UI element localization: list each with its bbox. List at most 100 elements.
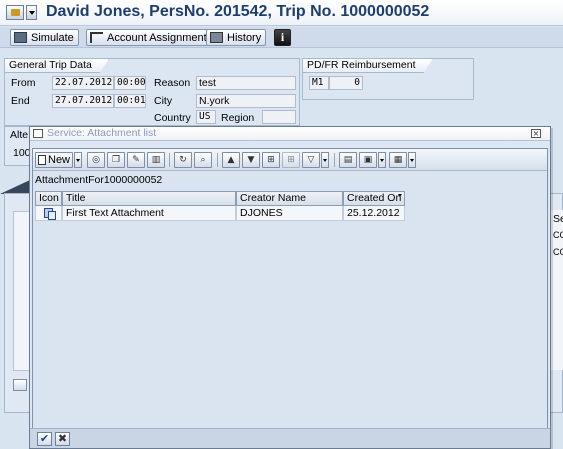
city-field[interactable]: N.york (196, 94, 296, 108)
reason-label: Reason (154, 77, 191, 89)
pdfr-reimbursement-group: PD/FR Reimbursement M1 0 (302, 58, 474, 100)
general-trip-data-group: General Trip Data From 22.07.2012 00:00 … (4, 58, 300, 126)
application-toolbar: Simulate Account Assignment History i (0, 27, 563, 48)
print-button[interactable]: ▤ (339, 152, 357, 168)
column-header-title[interactable]: Title (62, 191, 236, 206)
column-header-created-on[interactable]: Created On (343, 191, 405, 206)
new-button[interactable]: New (35, 152, 73, 168)
attachment-list-dialog: Service: Attachment list × New ◎ ❐ ✎ ▥ ↻… (29, 126, 551, 449)
delete-button[interactable]: ▥ (147, 152, 165, 168)
history-button[interactable]: History (206, 29, 267, 46)
account-assignment-button[interactable]: Account Assignment (86, 29, 212, 46)
info-icon: i (280, 30, 285, 44)
confirm-button[interactable]: ✔ (37, 432, 52, 446)
title-bar: David Jones, PersNo. 201542, Trip No. 10… (0, 0, 563, 26)
from-time-field[interactable]: 00:00 (114, 76, 146, 90)
country-label: Country (154, 112, 191, 124)
dialog-title-bar: Service: Attachment list × (30, 127, 550, 141)
hundred-label: 100 (13, 147, 31, 159)
sort-indicator-icon (398, 194, 402, 197)
refresh-icon: ↻ (179, 155, 187, 165)
filter-button[interactable]: ▽ (302, 152, 320, 168)
pdfr-code-field[interactable]: M1 (309, 76, 329, 90)
system-menu-icon[interactable] (6, 5, 24, 20)
general-trip-data-header: General Trip Data (5, 59, 109, 73)
table-row-creator-cell[interactable]: DJONES (236, 206, 343, 221)
right-column-strip: Se CO CO (550, 210, 563, 370)
history-icon (210, 32, 223, 43)
print-icon: ▤ (343, 155, 353, 165)
info-button[interactable]: i (274, 29, 291, 46)
export-dropdown-arrow[interactable] (378, 152, 386, 168)
co-cell-1: CO (553, 230, 563, 240)
attachment-list-heading: AttachmentFor1000000052 (35, 174, 163, 186)
simulate-label: Simulate (31, 31, 74, 44)
window-title: David Jones, PersNo. 201542, Trip No. 10… (46, 3, 430, 20)
refresh-button[interactable]: ↻ (174, 152, 192, 168)
co-cell-2: CO (553, 247, 563, 257)
column-header-created-on-label: Created On (347, 192, 402, 204)
find-next-button[interactable]: ⊞ (282, 152, 300, 168)
account-assignment-label: Account Assignment (107, 31, 207, 44)
sort-ascending-icon: ▲ (227, 155, 235, 165)
city-label: City (154, 95, 173, 107)
table-settings-icon[interactable] (13, 379, 27, 391)
dialog-close-button[interactable]: × (531, 129, 541, 138)
tab-corner-decoration (0, 180, 30, 194)
pencil-icon: ✎ (132, 155, 140, 165)
simulate-button[interactable]: Simulate (10, 29, 79, 46)
simulate-icon (14, 32, 27, 43)
find-next-icon: ⊞ (287, 155, 295, 165)
toolbar-separator (334, 153, 335, 167)
dialog-toolbar: New ◎ ❐ ✎ ▥ ↻ ⌕ ▲ ▼ ⊞ ⊞ ▽ ▤ ▣ ▦ (33, 149, 547, 171)
edit-button[interactable]: ✎ (127, 152, 145, 168)
table-row-created-on-cell[interactable]: 25.12.2012 (343, 206, 405, 221)
copy-icon: ❐ (111, 155, 121, 165)
toolbar-separator (169, 153, 170, 167)
dialog-footer: ✔ ✖ (30, 428, 550, 448)
sort-descending-icon: ▼ (247, 155, 255, 165)
export-button[interactable]: ▣ (359, 152, 377, 168)
reason-field[interactable]: test (196, 76, 296, 90)
table-row-icon-cell[interactable] (35, 206, 62, 221)
pdfr-value-field[interactable]: 0 (329, 76, 363, 90)
from-date-field[interactable]: 22.07.2012 (52, 76, 114, 90)
layout-icon: ▦ (393, 155, 403, 165)
filter-icon: ▽ (307, 155, 315, 165)
trash-icon: ▥ (151, 155, 161, 165)
end-date-field[interactable]: 27.07.2012 (52, 94, 114, 108)
region-field[interactable] (262, 110, 296, 124)
dialog-body: New ◎ ❐ ✎ ▥ ↻ ⌕ ▲ ▼ ⊞ ⊞ ▽ ▤ ▣ ▦ Attachme… (32, 148, 548, 443)
find-button[interactable]: ⊞ (262, 152, 280, 168)
cancel-button[interactable]: ✖ (55, 432, 70, 446)
display-button[interactable]: ◎ (87, 152, 105, 168)
layout-dropdown-arrow[interactable] (408, 152, 416, 168)
region-label: Region (221, 112, 255, 124)
dialog-window-icon (33, 129, 43, 138)
layout-button[interactable]: ▦ (389, 152, 407, 168)
country-field[interactable]: US (196, 110, 216, 124)
document-icon (44, 208, 56, 220)
sort-descending-button[interactable]: ▼ (242, 152, 260, 168)
details-button[interactable]: ⌕ (194, 152, 212, 168)
account-assignment-icon (90, 32, 103, 43)
filter-dropdown-arrow[interactable] (321, 152, 329, 168)
system-menu-arrow-icon[interactable] (26, 5, 37, 20)
column-header-creator[interactable]: Creator Name (236, 191, 343, 206)
dialog-title: Service: Attachment list (47, 127, 157, 139)
magnifier-icon: ⌕ (200, 155, 206, 165)
from-label: From (11, 77, 36, 89)
new-document-icon (38, 155, 46, 165)
end-time-field[interactable]: 00:01 (114, 94, 146, 108)
new-label: New (48, 154, 71, 166)
new-dropdown-arrow[interactable] (74, 152, 82, 168)
sort-ascending-button[interactable]: ▲ (222, 152, 240, 168)
end-label: End (11, 95, 30, 107)
binoculars-icon: ⊞ (267, 155, 275, 165)
table-row-title-cell[interactable]: First Text Attachment (62, 206, 236, 221)
alte-label: Alte (10, 129, 29, 141)
toolbar-separator (217, 153, 218, 167)
copy-button[interactable]: ❐ (107, 152, 125, 168)
export-icon: ▣ (363, 155, 373, 165)
column-header-icon[interactable]: Icon (35, 191, 62, 206)
